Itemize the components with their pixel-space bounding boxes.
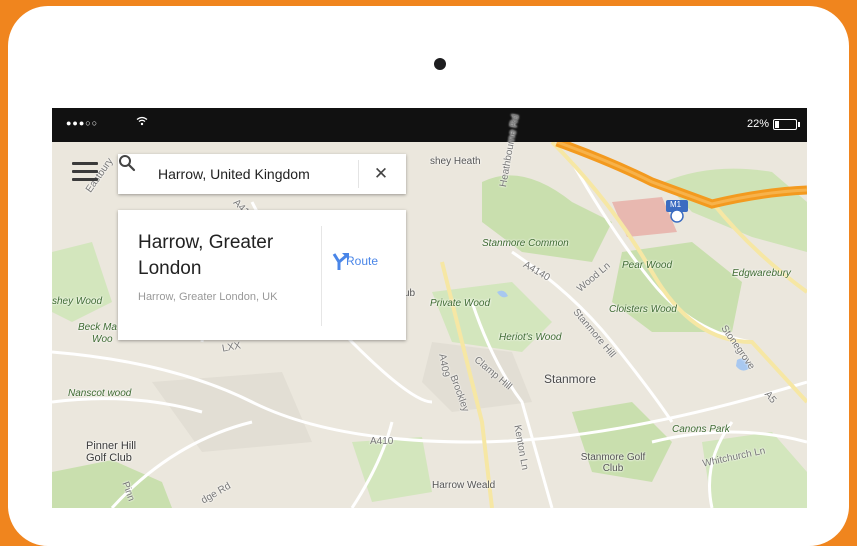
map-label: Beck Ma	[78, 322, 117, 333]
map-label: Woo	[92, 334, 113, 345]
map-label: Pinner Hill Golf Club	[86, 440, 137, 464]
battery-fill	[775, 121, 779, 128]
search-input[interactable]	[158, 163, 353, 185]
map-label: Stanmore	[544, 372, 597, 386]
route-button[interactable]: Route	[330, 250, 394, 300]
map-label: Pear Wood	[622, 260, 673, 271]
motorway-shield: M1	[670, 200, 682, 209]
hamburger-icon-bar	[72, 178, 98, 181]
menu-button[interactable]	[72, 162, 98, 186]
map-label: shey Wood	[52, 296, 103, 307]
place-title: Harrow, Greater London	[138, 232, 274, 279]
map-label: Cloisters Wood	[609, 304, 677, 315]
search-box[interactable]: ✕	[118, 154, 406, 194]
map-label: shey Heath	[430, 156, 481, 167]
map-label: A410	[370, 436, 394, 447]
front-camera	[434, 58, 446, 70]
directions-icon	[332, 253, 349, 270]
map-label: Nanscot wood	[68, 388, 132, 399]
map-label: Canons Park	[672, 424, 730, 435]
map-label: Heriot's Wood	[499, 332, 562, 343]
map-canvas[interactable]: shey Heath Heathbourne Rd Stanmore Commo…	[52, 114, 807, 508]
map-label: Harrow Weald	[432, 480, 496, 491]
place-address: Harrow, Greater London, UK	[138, 291, 278, 303]
signal-strength-indicator: ●●●○○	[66, 118, 99, 128]
map-label: Stanmore Common	[482, 238, 569, 249]
clear-search-button[interactable]: ✕	[368, 162, 394, 186]
tablet-screen: ●●●○○ 22% shey Heath Heathbourne Rd Stan…	[52, 108, 807, 508]
map-label: Stanmore Golf Club	[580, 452, 646, 474]
search-divider	[358, 160, 359, 188]
status-bar: ●●●○○ 22%	[52, 108, 807, 142]
map-label: Edgwarebury	[732, 268, 791, 279]
hamburger-icon-bar	[72, 170, 98, 173]
search-icon	[119, 155, 136, 172]
hamburger-icon-bar	[72, 162, 98, 165]
place-result-card[interactable]: Harrow, Greater London Harrow, Greater L…	[118, 210, 406, 340]
card-divider	[321, 226, 322, 326]
map-label: Private Wood	[430, 298, 491, 309]
wifi-icon	[136, 116, 148, 129]
battery-icon	[773, 119, 800, 130]
battery-percent: 22%	[746, 118, 769, 130]
